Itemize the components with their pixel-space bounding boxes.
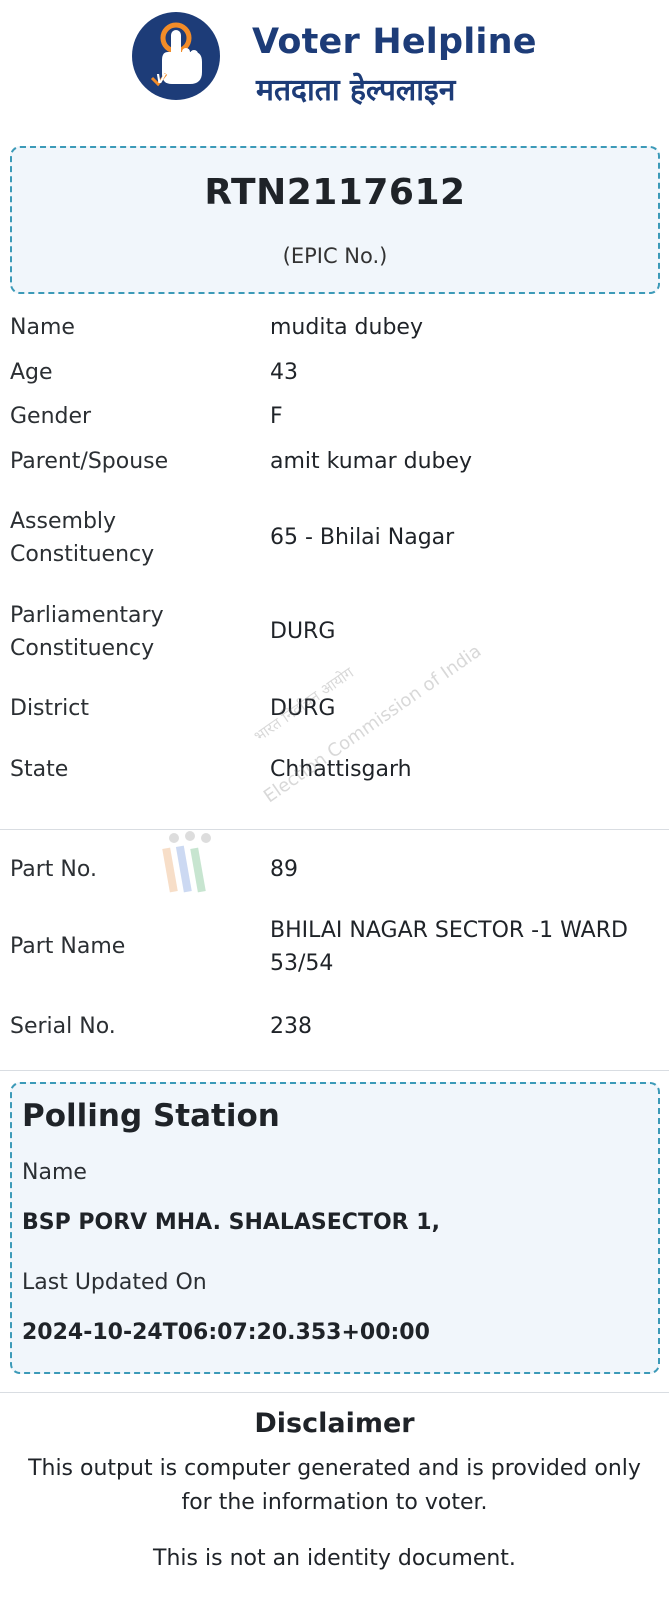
section-divider [0, 1392, 669, 1393]
detail-label: Parent/Spouse [10, 449, 169, 474]
detail-value: Chhattisgarh [270, 757, 412, 782]
detail-label: Assembly Constituency [10, 509, 155, 567]
part-label: Part Name [10, 934, 126, 959]
detail-value: 43 [270, 360, 298, 385]
disclaimer-title: Disclaimer [254, 1408, 415, 1439]
polling-station-name-label: Name [22, 1160, 87, 1185]
part-label: Serial No. [10, 1014, 116, 1039]
detail-value: amit kumar dubey [270, 449, 473, 474]
detail-label: Age [10, 360, 53, 385]
app-title: Voter Helpline [252, 22, 537, 62]
polling-station-title: Polling Station [22, 1098, 280, 1134]
detail-value: DURG [270, 619, 336, 644]
detail-label: District [10, 696, 90, 721]
part-value: 238 [270, 1014, 312, 1039]
section-divider [0, 829, 669, 830]
app-title-hindi: मतदाता हेल्पलाइन [256, 73, 456, 108]
detail-label: Gender [10, 404, 92, 429]
last-updated-label: Last Updated On [22, 1270, 207, 1295]
detail-value: F [270, 404, 283, 429]
polling-station-card: Polling Station Name BSP PORV MHA. SHALA… [10, 1082, 660, 1374]
part-label: Part No. [10, 857, 97, 882]
detail-label: Parliamentary Constituency [10, 603, 164, 661]
disclaimer-note: This is not an identity document. [153, 1546, 516, 1571]
part-value: 89 [270, 857, 298, 882]
epic-card: RTN2117612 (EPIC No.) [10, 146, 660, 294]
epic-number: RTN2117612 [204, 172, 466, 213]
part-value: BHILAI NAGAR SECTOR -1 WARD 53/54 [270, 918, 628, 976]
detail-value: DURG [270, 696, 336, 721]
logo-text: Voter [156, 72, 191, 86]
detail-label: State [10, 757, 69, 782]
eci-watermark: भारत निर्वाचन आयोग Election Commission o… [160, 641, 520, 920]
last-updated-value: 2024-10-24T06:07:20.353+00:00 [22, 1320, 430, 1345]
detail-label: Name [10, 315, 75, 340]
app-header: Voter Voter Helpline मतदाता हेल्पलाइन [0, 0, 669, 124]
polling-station-name: BSP PORV MHA. SHALASECTOR 1, [22, 1210, 440, 1235]
disclaimer-text: This output is computer generated and is… [28, 1456, 641, 1515]
epic-label: (EPIC No.) [282, 244, 388, 268]
detail-value: 65 - Bhilai Nagar [270, 525, 455, 550]
detail-value: mudita dubey [270, 315, 423, 340]
section-divider [0, 1070, 669, 1071]
eci-emblem-icon [162, 831, 211, 893]
voter-helpline-logo: Voter [132, 12, 220, 100]
